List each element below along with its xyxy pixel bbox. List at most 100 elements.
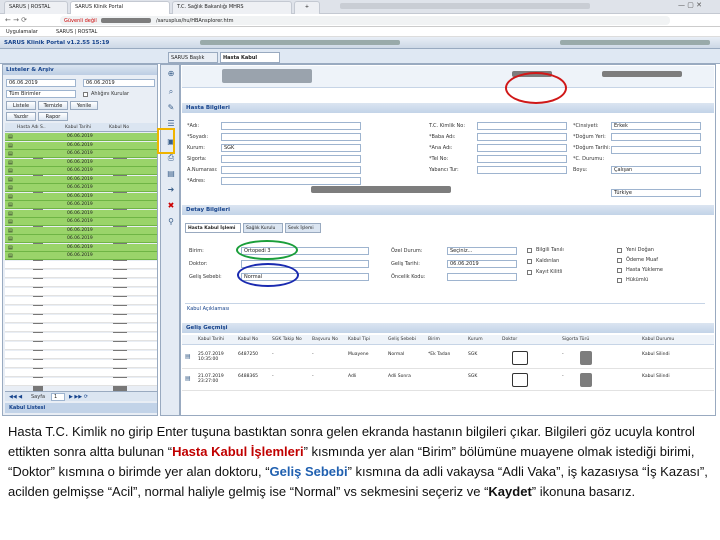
list-row[interactable]: ▤ 06.06.2019 [5,192,157,201]
list-row[interactable]: ▤ 06.06.2019 [5,243,157,252]
list-row[interactable]: ▤ 06.06.2019 [5,150,157,158]
list-row[interactable]: ▤ 06.06.2019 [5,209,157,218]
kurum-input[interactable]: SGK [221,144,361,152]
refresh-button[interactable]: Yenile [70,101,98,110]
tab-saglik-kurulu[interactable]: Sağlık Kurulu [243,223,283,233]
patient-field-left[interactable] [221,166,361,174]
col-no-header[interactable]: Kabul No [109,125,129,130]
left-list-panel: Listeler & Arşiv 06.06.2019 06.06.2019 T… [2,64,158,416]
patient-field-mid[interactable] [477,155,567,163]
doc-icon[interactable]: ▤ [166,169,176,179]
history-cell: - [312,374,314,379]
patient-field-left[interactable] [221,122,361,130]
history-col-header[interactable]: Doktor [502,337,517,342]
history-col-header[interactable]: Kurum [468,337,483,342]
cdurum-select[interactable]: Çalışan [611,166,701,174]
patient-field-left[interactable] [221,177,361,185]
patient-field-left[interactable] [221,155,361,163]
history-header: Kabul Tarihi Kabul No SGK Takip No Başvuru … [182,335,714,345]
history-col-header[interactable]: Kabul Tipi [348,337,370,342]
kabul-aciklamasi-toggle[interactable]: Kabul Açıklaması [185,303,705,312]
browser-tab[interactable]: T.C. Sağlık Bakanlığı MHRS [172,1,292,14]
tab-sarus[interactable]: SARUS Başlık [168,52,218,63]
patient-field-mid[interactable] [477,133,567,141]
history-col-header[interactable]: Kabul Durumu [642,337,674,342]
col-date-header[interactable]: Kabul Tarihi [65,125,91,130]
pager-page-input[interactable]: 1 [51,393,65,401]
patient-field-mid[interactable] [477,166,567,174]
list-row[interactable]: ▤ 06.06.2019 [5,158,157,167]
ozel-durum-select[interactable]: Seçiniz... [447,247,517,255]
nav-arrows-icon[interactable]: ← → ⟳ [5,16,27,24]
gelis-tarihi-input[interactable]: 06.06.2019 [447,260,517,268]
patient-field-left[interactable] [221,133,361,141]
url-input[interactable]: Güvenli değil /sarusplus/hu/HBAnsplorer.… [60,16,670,25]
delete-icon[interactable]: ✖ [166,201,176,211]
date-from-input[interactable]: 06.06.2019 [6,79,76,87]
list-row[interactable]: ▤ 06.06.2019 [5,252,157,260]
browser-tab[interactable]: SARUS | ROSTAL [4,1,68,14]
history-col-header[interactable]: Birim [428,337,440,342]
bookmark-apps[interactable]: Uygulamalar [6,29,38,35]
dogum-yeri-input[interactable] [611,133,701,141]
history-col-header[interactable]: SGK Takip No [272,337,302,342]
history-col-header[interactable]: Kabul No [238,337,258,342]
history-cell: Kabul Silindi [642,352,670,357]
tab-hasta-kabul-islemi[interactable]: Hasta Kabul İşlemi [185,223,241,233]
filter-checkbox[interactable] [83,92,88,97]
history-col-header[interactable]: Başvuru No [312,337,338,342]
history-col-header[interactable]: Geliş Sebebi [388,337,416,342]
list-row[interactable]: ▤ 06.06.2019 [5,218,157,226]
checkbox[interactable] [617,268,622,273]
history-col-header[interactable]: Kabul Tarihi [198,337,224,342]
list-row[interactable]: ▤ 06.06.2019 [5,133,157,141]
checkbox[interactable] [617,258,622,263]
search-icon[interactable]: ⌕ [166,87,176,97]
patient-field-mid[interactable] [477,144,567,152]
tab-hasta-kabul[interactable]: Hasta Kabul [220,52,280,63]
link-icon[interactable]: ⚲ [166,217,176,227]
clean-button[interactable]: Temizle [38,101,68,110]
arrow-icon[interactable]: ➜ [166,185,176,195]
pager-prev-icon[interactable]: ◀◀ ◀ [9,394,22,400]
blue-annotation-ring [237,263,299,287]
col-name-header[interactable]: Hasta Adı S.. [17,125,46,130]
patient-field-mid[interactable] [477,122,567,130]
tab-sevk-islemi[interactable]: Sevk İşlemi [285,223,321,233]
print-button[interactable]: Yazdır [6,112,36,121]
report-button[interactable]: Rapor [38,112,68,121]
list-row[interactable]: ▤ 06.06.2019 [5,201,157,209]
list-row[interactable]: ▤ 06.06.2019 [5,141,157,150]
new-tab-button[interactable]: + [294,1,320,14]
boyu-select[interactable]: Türkiye [611,189,701,197]
list-row[interactable]: ▤ 06.06.2019 [5,184,157,192]
pager: ◀◀ ◀ Sayfa 1 ▶ ▶▶ ⟳ [5,391,157,401]
list-row[interactable]: ▤ 06.06.2019 [5,226,157,235]
pager-next-icon[interactable]: ▶ ▶▶ ⟳ [69,394,88,400]
checkbox[interactable] [617,248,622,253]
cinsiyet-select[interactable]: Erkek [611,122,701,130]
dogum-tarihi-input[interactable] [611,146,701,154]
redacted-banner [222,69,312,83]
browser-tab-active[interactable]: SARUS Klinik Portal [70,1,170,14]
edit-icon[interactable]: ✎ [166,103,176,113]
history-row[interactable]: ▤ 21.07.2019 23:27:00 6488365 - - Adli Adli So… [182,371,714,391]
checkbox[interactable] [617,278,622,283]
history-col-header[interactable]: Sigorta Türü [562,337,589,342]
checkbox[interactable] [527,270,532,275]
oncelik-input[interactable] [447,273,517,281]
print-icon[interactable]: ⎙ [166,153,176,163]
list-button[interactable]: Listele [6,101,36,110]
history-row[interactable]: ▤ 25.07.2019 10:35:00 6487250 - - Muayene Norm… [182,349,714,369]
bookmark-rostal[interactable]: SARUS | ROSTAL [56,29,97,35]
date-to-input[interactable]: 06.06.2019 [83,79,155,87]
row-date: 06.06.2019 [67,142,93,148]
window-controls[interactable]: — ▢ ✕ [678,1,702,9]
list-row[interactable]: ▤ 06.06.2019 [5,175,157,184]
checkbox[interactable] [527,248,532,253]
new-icon[interactable]: ⊕ [166,69,176,79]
list-row[interactable]: ▤ 06.06.2019 [5,235,157,243]
checkbox[interactable] [527,259,532,264]
filter-select[interactable]: Tüm Birimler [6,90,76,98]
list-row[interactable]: ▤ 06.06.2019 [5,167,157,175]
